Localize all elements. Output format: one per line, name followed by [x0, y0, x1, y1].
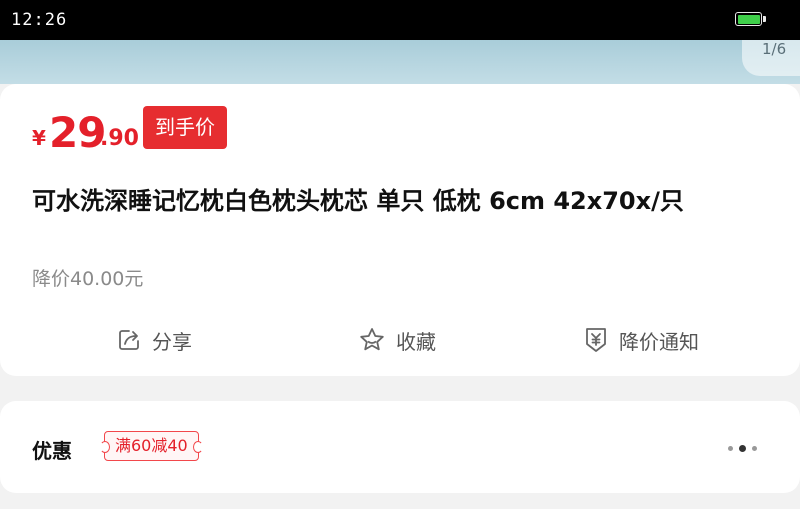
- currency-symbol: ¥: [32, 126, 46, 150]
- gallery-page-indicator: 1/6: [742, 40, 800, 76]
- promotion-label: 优惠: [32, 439, 72, 463]
- promotion-card[interactable]: 优惠 满60减40: [0, 401, 800, 493]
- price-alert-button[interactable]: 降价通知: [583, 320, 699, 360]
- status-bar: 12:26: [0, 0, 800, 40]
- star-icon: [360, 328, 384, 351]
- favorite-button[interactable]: 收藏: [358, 320, 436, 360]
- share-icon: [119, 330, 139, 350]
- product-title: 可水洗深睡记忆枕白色枕头枕芯 单只 低枕 6cm 42x70x/只: [32, 187, 684, 215]
- net-price-badge: 到手价: [143, 106, 227, 149]
- price-decimal: .90: [100, 126, 139, 151]
- price-alert-label: 降价通知: [619, 329, 699, 354]
- product-info-card: ¥ 29 .90 到手价 可水洗深睡记忆枕白色枕头枕芯 单只 低枕 6cm 42…: [0, 84, 800, 376]
- status-time: 12:26: [11, 10, 68, 30]
- share-button[interactable]: 分享: [116, 320, 192, 360]
- share-label: 分享: [152, 329, 192, 354]
- gallery-page-text: 1/6: [762, 40, 787, 58]
- battery-cap: [763, 16, 766, 22]
- price-alert-icon: [586, 328, 606, 352]
- action-bar: 分享 收藏 降价通知: [0, 320, 800, 360]
- battery-icon: [735, 12, 762, 26]
- price-drop-note: 降价40.00元: [32, 268, 144, 290]
- favorite-label: 收藏: [396, 329, 436, 354]
- more-icon[interactable]: [728, 445, 757, 452]
- product-image-gallery[interactable]: [0, 40, 800, 84]
- price-integer: 29: [49, 108, 106, 157]
- coupon-tag[interactable]: 满60减40: [100, 431, 203, 461]
